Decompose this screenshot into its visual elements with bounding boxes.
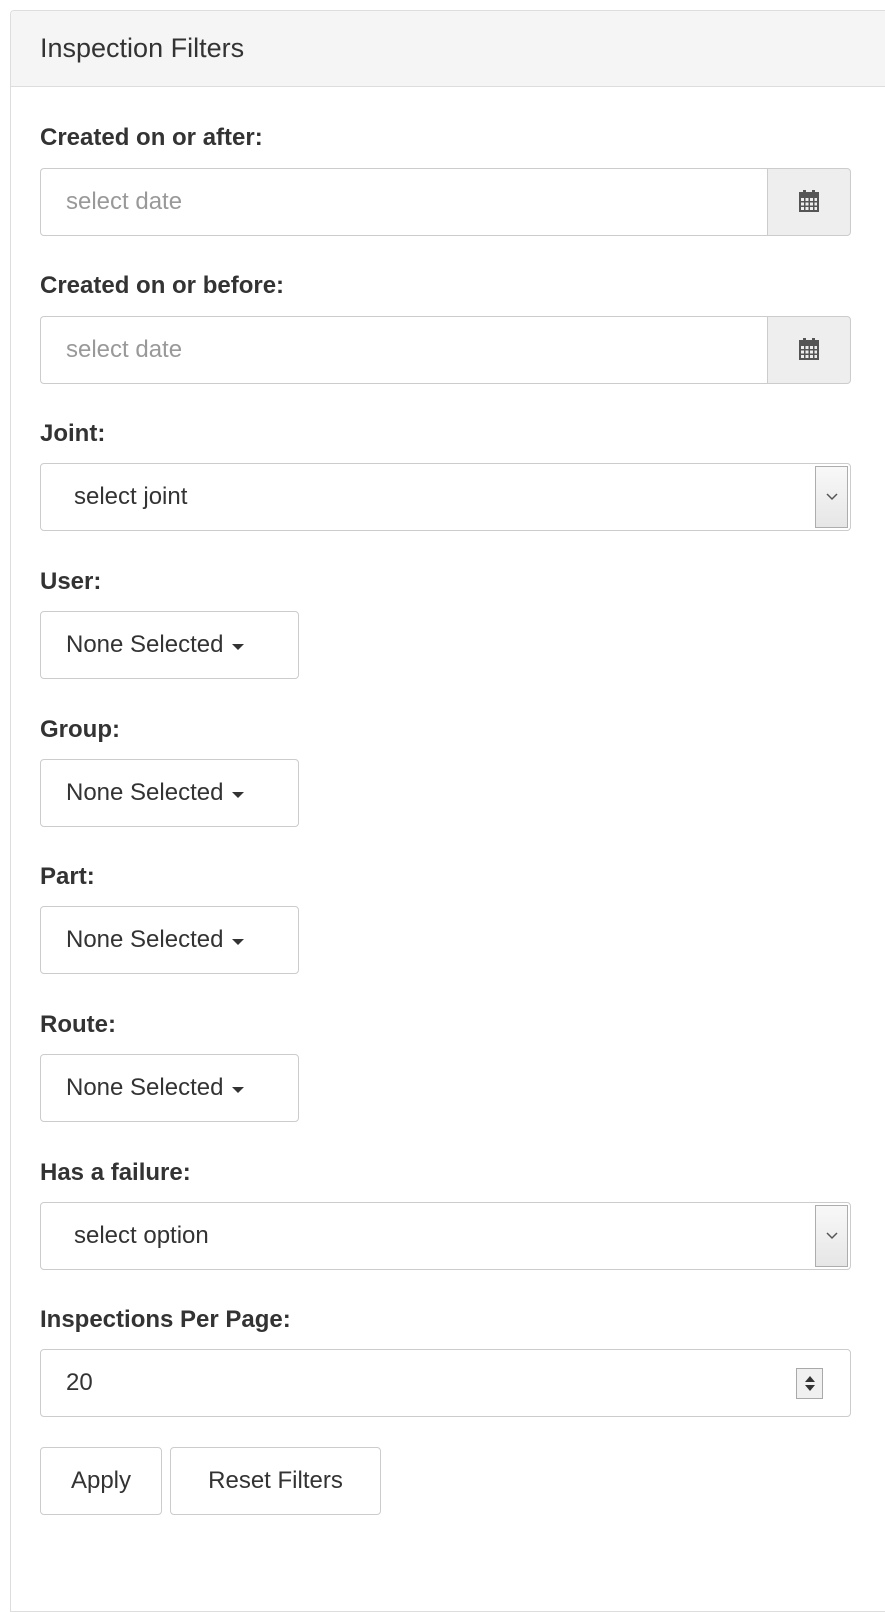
created-after-date-group: select date: [40, 168, 851, 236]
per-page-label: Inspections Per Page:: [40, 1306, 291, 1333]
caret-down-icon: [232, 644, 245, 650]
user-multiselect-button[interactable]: None Selected: [40, 611, 299, 679]
created-after-input[interactable]: select date: [40, 168, 767, 236]
apply-button[interactable]: Apply: [40, 1447, 162, 1515]
has-failure-select[interactable]: select option: [40, 1202, 851, 1270]
joint-select[interactable]: select joint: [40, 463, 851, 531]
user-selected-text: None Selected: [66, 631, 224, 658]
per-page-value: 20: [66, 1369, 93, 1396]
caret-down-icon: [232, 939, 245, 945]
group-selected-text: None Selected: [66, 779, 224, 806]
joint-select-value: select joint: [74, 483, 188, 510]
panel-heading: Inspection Filters: [11, 11, 885, 87]
created-before-input[interactable]: select date: [40, 316, 767, 384]
part-selected-text: None Selected: [66, 926, 224, 953]
spin-down-icon[interactable]: [804, 1385, 815, 1391]
route-label: Route:: [40, 1011, 116, 1038]
per-page-spinner[interactable]: [796, 1368, 823, 1399]
route-multiselect-button[interactable]: None Selected: [40, 1054, 299, 1122]
joint-dropdown-arrow[interactable]: [815, 466, 848, 528]
created-after-label: Created on or after:: [40, 124, 263, 151]
panel-title: Inspection Filters: [40, 33, 245, 63]
chevron-down-icon: [825, 1232, 838, 1240]
has-failure-label: Has a failure:: [40, 1159, 191, 1186]
has-failure-select-value: select option: [74, 1222, 209, 1249]
joint-label: Joint:: [40, 420, 106, 447]
route-selected-text: None Selected: [66, 1074, 224, 1101]
part-label: Part:: [40, 863, 95, 890]
created-before-date-group: select date: [40, 316, 851, 384]
group-multiselect-button[interactable]: None Selected: [40, 759, 299, 827]
user-label: User:: [40, 568, 102, 595]
per-page-input[interactable]: 20: [40, 1349, 851, 1417]
created-after-calendar-button[interactable]: [767, 168, 851, 236]
calendar-icon: [799, 338, 819, 360]
caret-down-icon: [232, 1087, 245, 1093]
has-failure-dropdown-arrow[interactable]: [815, 1205, 848, 1267]
calendar-icon: [799, 190, 819, 212]
spin-up-icon[interactable]: [804, 1376, 815, 1382]
chevron-down-icon: [825, 493, 838, 501]
reset-filters-button[interactable]: Reset Filters: [170, 1447, 381, 1515]
part-multiselect-button[interactable]: None Selected: [40, 906, 299, 974]
group-label: Group:: [40, 716, 120, 743]
created-before-calendar-button[interactable]: [767, 316, 851, 384]
created-before-label: Created on or before:: [40, 272, 285, 299]
caret-down-icon: [232, 792, 245, 798]
